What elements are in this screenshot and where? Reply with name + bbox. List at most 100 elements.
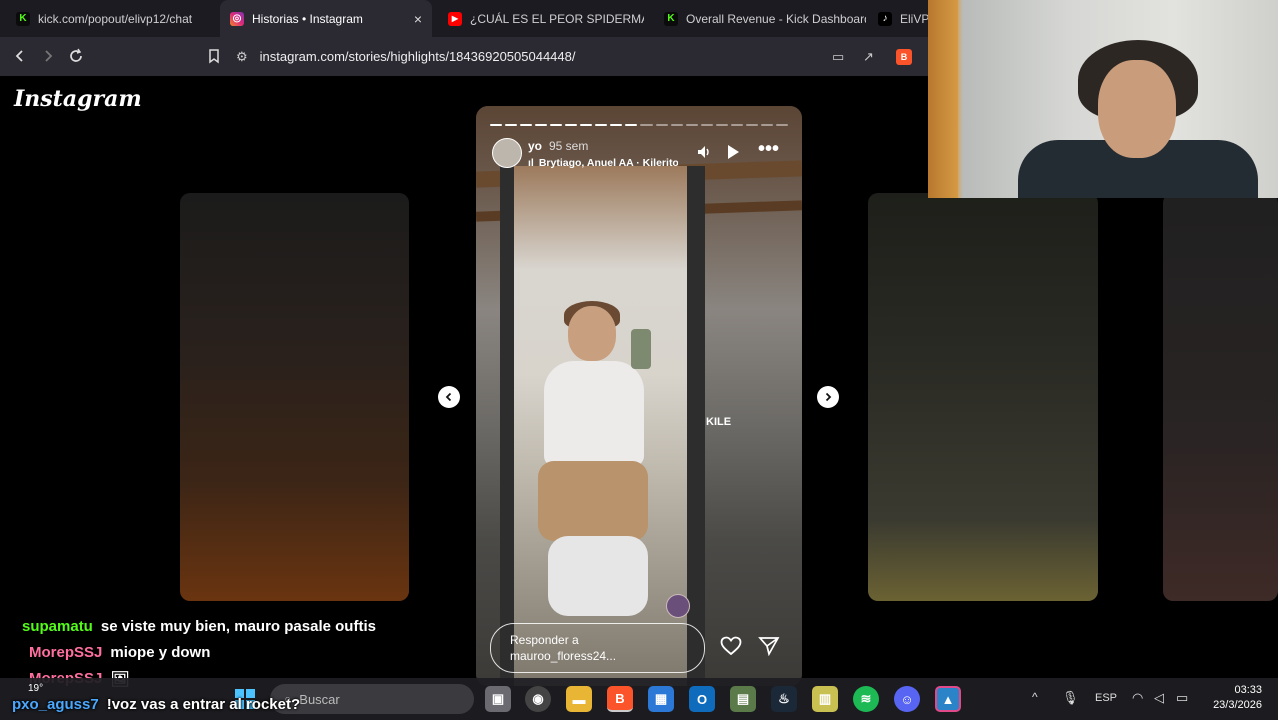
tab-instagram[interactable]: ◎ Historias • Instagram × bbox=[220, 0, 432, 37]
share-icon[interactable]: ↗ bbox=[863, 49, 874, 65]
progress-segment bbox=[520, 124, 533, 126]
progress-segment bbox=[775, 124, 788, 126]
play-button[interactable] bbox=[726, 144, 740, 165]
close-icon[interactable]: × bbox=[414, 11, 422, 27]
previous-story-button[interactable] bbox=[438, 386, 460, 408]
story-username[interactable]: yo bbox=[528, 139, 542, 153]
share-button[interactable] bbox=[758, 636, 780, 661]
phone bbox=[631, 329, 651, 369]
app-icon-2[interactable]: ▥ bbox=[812, 686, 838, 712]
heart-icon bbox=[720, 636, 742, 656]
spotify-icon[interactable]: ≋ bbox=[853, 686, 879, 712]
screen: K kick.com/popout/elivp12/chat ◎ Histori… bbox=[0, 0, 1278, 720]
progress-segment bbox=[760, 124, 773, 126]
photos-icon[interactable]: ▲ bbox=[935, 686, 961, 712]
like-button[interactable] bbox=[720, 636, 742, 662]
mute-button[interactable] bbox=[696, 144, 712, 165]
story-mention-sticker[interactable] bbox=[666, 594, 690, 618]
language-indicator[interactable]: ESP bbox=[1095, 692, 1117, 704]
progress-segment bbox=[565, 124, 578, 126]
story-header: yo 95 sem ıl Brytiago, Anuel AA · Kilerit… bbox=[492, 138, 786, 174]
next-story-preview-2[interactable] bbox=[1163, 193, 1278, 601]
more-options-button[interactable]: ••• bbox=[758, 138, 779, 161]
tab-tiktok[interactable]: ♪ EliVP bbox=[868, 0, 928, 37]
chrome-icon[interactable]: ◉ bbox=[525, 686, 551, 712]
previous-story-preview[interactable] bbox=[180, 193, 409, 601]
tab-label: Overall Revenue - Kick Dashboard bbox=[686, 11, 866, 26]
forward-button[interactable] bbox=[34, 42, 62, 70]
url-bar[interactable]: ⚙ instagram.com/stories/highlights/18436… bbox=[236, 42, 926, 71]
cast-icon[interactable]: ▭ bbox=[832, 49, 844, 65]
discord-icon[interactable]: ☺ bbox=[894, 686, 920, 712]
tab-label: ¿CUÁL ES EL PEOR SPIDERMAN? - bbox=[470, 11, 644, 26]
progress-segment bbox=[670, 124, 683, 126]
reply-input[interactable]: Responder a mauroo_floress24... bbox=[490, 623, 705, 673]
play-icon bbox=[728, 145, 739, 159]
brave-icon[interactable]: B bbox=[607, 686, 633, 712]
story-timestamp: 95 sem bbox=[549, 139, 589, 153]
microphone-icon[interactable]: 🎙 bbox=[1062, 690, 1079, 706]
chat-message: MorepSSJ miope y down bbox=[29, 644, 210, 661]
progress-segment bbox=[730, 124, 743, 126]
music-bars-icon: ıl bbox=[528, 157, 534, 169]
app-icon[interactable]: ▤ bbox=[730, 686, 756, 712]
reply-placeholder: Responder a bbox=[510, 633, 579, 647]
progress-segment bbox=[685, 124, 698, 126]
weather-widget[interactable]: 19° bbox=[28, 683, 43, 694]
webcam-overlay bbox=[928, 0, 1278, 198]
tab-bar: K kick.com/popout/elivp12/chat ◎ Histori… bbox=[0, 0, 928, 37]
outlook-icon[interactable]: O bbox=[689, 686, 715, 712]
progress-segment bbox=[700, 124, 713, 126]
file-explorer-icon[interactable]: ▬ bbox=[566, 686, 592, 712]
back-button[interactable] bbox=[6, 42, 34, 70]
instagram-logo[interactable]: Instagram bbox=[14, 86, 142, 112]
tab-label: EliVP bbox=[900, 11, 928, 26]
bookmark-button[interactable] bbox=[200, 42, 228, 70]
tab-kick-chat[interactable]: K kick.com/popout/elivp12/chat bbox=[6, 0, 218, 37]
store-icon[interactable]: ▦ bbox=[648, 686, 674, 712]
task-view-icon[interactable]: ▣ bbox=[485, 686, 511, 712]
progress-segment bbox=[550, 124, 563, 126]
chat-username: MorepSSJ bbox=[29, 644, 103, 661]
volume-icon[interactable]: ◁ bbox=[1154, 690, 1164, 706]
progress-segment bbox=[745, 124, 758, 126]
clock-date: 23/3/2026 bbox=[1213, 699, 1262, 711]
story-music[interactable]: ıl Brytiago, Anuel AA · Kilerito bbox=[528, 157, 678, 169]
story-progress bbox=[490, 124, 788, 126]
chevron-left-icon bbox=[445, 392, 452, 402]
tiktok-icon: ♪ bbox=[878, 11, 892, 26]
avatar[interactable] bbox=[492, 138, 522, 168]
chat-username: supamatu bbox=[22, 618, 93, 635]
site-settings-icon[interactable]: ⚙ bbox=[236, 49, 248, 65]
instagram-icon: ◎ bbox=[230, 11, 244, 26]
progress-segment bbox=[715, 124, 728, 126]
clock[interactable]: 03:33 23/3/2026 bbox=[1204, 683, 1262, 713]
tab-youtube[interactable]: ▶ ¿CUÁL ES EL PEOR SPIDERMAN? - bbox=[438, 0, 644, 37]
forward-arrow-icon bbox=[45, 50, 53, 62]
progress-segment bbox=[610, 124, 623, 126]
battery-icon[interactable]: ▭ bbox=[1176, 690, 1188, 706]
wifi-icon[interactable]: ◠ bbox=[1132, 690, 1143, 706]
next-story-button[interactable] bbox=[817, 386, 839, 408]
tab-kick-dashboard[interactable]: K Overall Revenue - Kick Dashboard bbox=[654, 0, 866, 37]
reload-button[interactable] bbox=[62, 42, 90, 70]
bookmark-icon bbox=[209, 49, 219, 64]
show-hidden-icons-icon[interactable]: ^ bbox=[1032, 690, 1038, 704]
reload-icon bbox=[70, 48, 82, 62]
door bbox=[928, 0, 958, 198]
story-text-sticker: KILE bbox=[706, 416, 732, 428]
chat-text: se viste muy bien, mauro pasale ouftis bbox=[100, 618, 376, 635]
chat-text: !voz vas a entrar al rocket? bbox=[106, 696, 301, 713]
brave-shields-icon[interactable]: B bbox=[896, 48, 912, 65]
reply-placeholder-user: mauroo_floress24... bbox=[510, 649, 617, 663]
steam-icon[interactable]: ♨ bbox=[771, 686, 797, 712]
story-viewer[interactable]: yo 95 sem ıl Brytiago, Anuel AA · Kilerit… bbox=[476, 106, 802, 686]
progress-segment bbox=[595, 124, 608, 126]
chat-text: miope y down bbox=[110, 644, 211, 661]
next-story-preview[interactable] bbox=[868, 193, 1098, 601]
search-placeholder: Buscar bbox=[299, 691, 340, 707]
weather-temp: 19° bbox=[28, 683, 44, 694]
music-title: Brytiago, Anuel AA · Kilerito bbox=[538, 157, 678, 169]
progress-segment bbox=[640, 124, 653, 126]
taskbar-search[interactable]: ⌕ Buscar bbox=[270, 684, 474, 714]
